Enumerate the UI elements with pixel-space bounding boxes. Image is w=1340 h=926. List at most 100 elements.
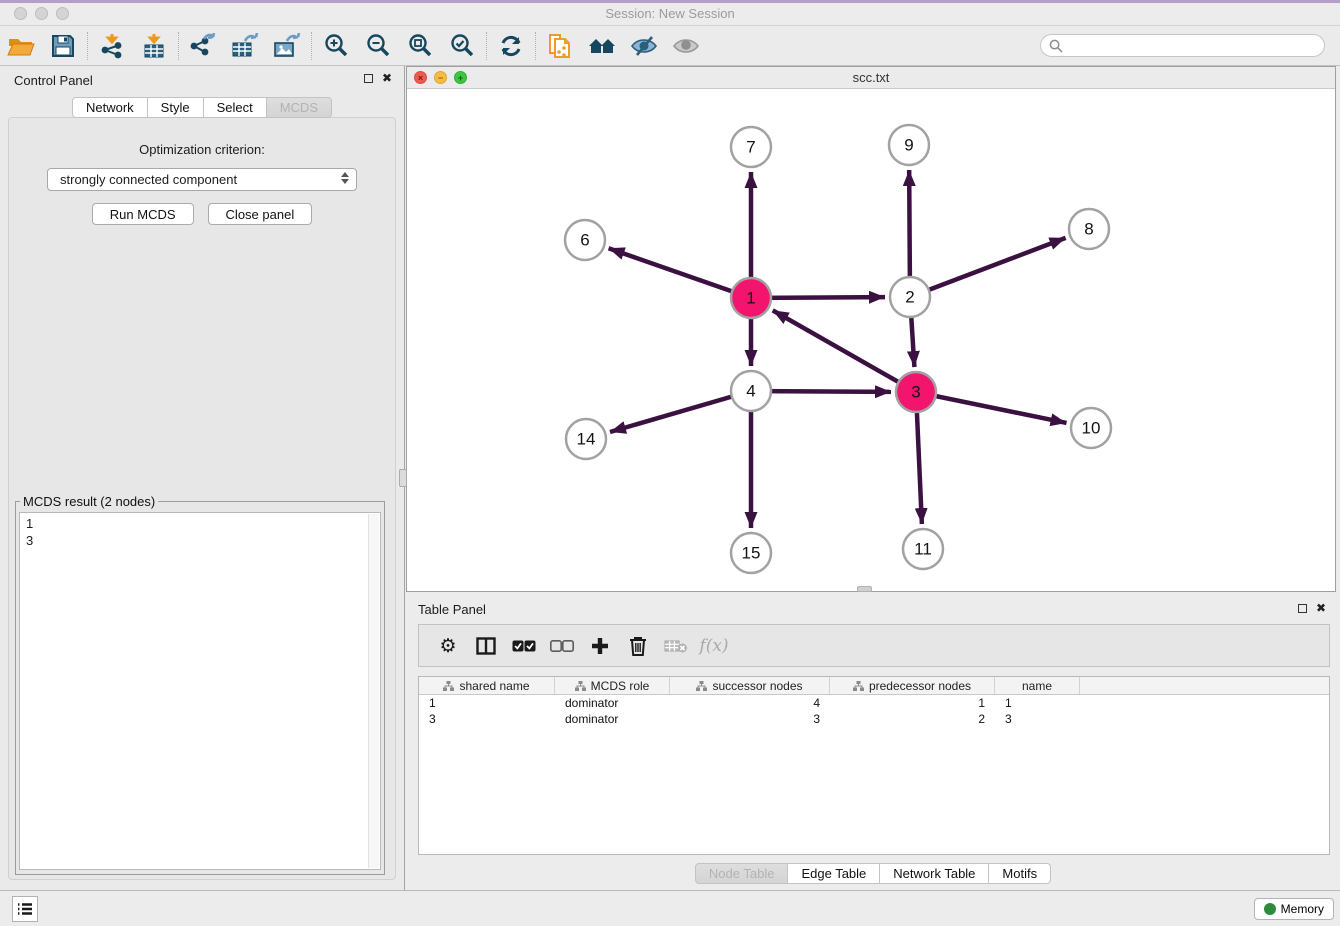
memory-label: Memory bbox=[1281, 902, 1324, 916]
search-input[interactable] bbox=[1068, 39, 1316, 53]
export-image-button[interactable] bbox=[266, 29, 308, 63]
column-header-successor-nodes[interactable]: successor nodes bbox=[670, 677, 830, 694]
table-cell[interactable]: 3 bbox=[670, 711, 830, 727]
column-type-icon bbox=[853, 681, 864, 691]
import-table-button[interactable] bbox=[133, 29, 175, 63]
graph-node-2[interactable]: 2 bbox=[890, 277, 930, 317]
optimization-criterion-select[interactable]: strongly connected component bbox=[47, 168, 357, 191]
table-cell[interactable]: 2 bbox=[830, 711, 995, 727]
homes-button[interactable] bbox=[581, 29, 623, 63]
table-cell[interactable]: 3 bbox=[995, 711, 1080, 727]
graph-node-9[interactable]: 9 bbox=[889, 125, 929, 165]
graph-node-6[interactable]: 6 bbox=[565, 220, 605, 260]
graph-node-8[interactable]: 8 bbox=[1069, 209, 1109, 249]
column-header-predecessor-nodes[interactable]: predecessor nodes bbox=[830, 677, 995, 694]
column-header-MCDS-role[interactable]: MCDS role bbox=[555, 677, 670, 694]
delete-table-button[interactable] bbox=[657, 629, 695, 663]
tab-mcds[interactable]: MCDS bbox=[267, 97, 332, 118]
delete-rows-button[interactable] bbox=[619, 629, 657, 663]
main-titlebar: Session: New Session bbox=[0, 0, 1340, 26]
table-cell[interactable]: 4 bbox=[670, 695, 830, 711]
select-all-button[interactable] bbox=[505, 629, 543, 663]
unselect-all-button[interactable] bbox=[543, 629, 581, 663]
table-panel: Table Panel ✖ ⚙ f(x) shared nameMCDS ro bbox=[406, 597, 1340, 890]
tab-node-table[interactable]: Node Table bbox=[695, 863, 789, 884]
network-canvas[interactable]: 7 9 6 8 1 2 4 3 14 10 15 11 bbox=[407, 89, 1335, 591]
zoom-out-button[interactable] bbox=[357, 29, 399, 63]
table-cell[interactable]: 1 bbox=[830, 695, 995, 711]
hide-graphics-button[interactable] bbox=[623, 29, 665, 63]
close-panel-icon[interactable]: ✖ bbox=[382, 72, 392, 84]
network-window-titlebar[interactable]: × − + scc.txt bbox=[407, 67, 1335, 89]
graph-node-7[interactable]: 7 bbox=[731, 127, 771, 167]
graph-edge-1-6[interactable] bbox=[609, 248, 751, 298]
run-mcds-button[interactable]: Run MCDS bbox=[92, 203, 194, 225]
column-header-label: predecessor nodes bbox=[869, 679, 971, 693]
show-graphics-button[interactable] bbox=[665, 29, 707, 63]
function-builder-button[interactable]: f(x) bbox=[695, 629, 733, 663]
tab-style[interactable]: Style bbox=[148, 97, 204, 118]
fx-icon: f(x) bbox=[699, 636, 728, 656]
open-session-button[interactable] bbox=[0, 29, 42, 63]
graph-edge-4-14[interactable] bbox=[610, 391, 751, 432]
refresh-layout-button[interactable] bbox=[490, 29, 532, 63]
export-network-button[interactable] bbox=[182, 29, 224, 63]
graph-node-11[interactable]: 11 bbox=[903, 529, 943, 569]
clone-network-button[interactable] bbox=[539, 29, 581, 63]
graph-node-14[interactable]: 14 bbox=[566, 419, 606, 459]
graph-edge-3-1[interactable] bbox=[773, 310, 916, 392]
show-columns-button[interactable] bbox=[467, 629, 505, 663]
column-header-label: name bbox=[1022, 679, 1052, 693]
graph-node-1[interactable]: 1 bbox=[731, 278, 771, 318]
table-settings-button[interactable]: ⚙ bbox=[429, 629, 467, 663]
graph-node-10[interactable]: 10 bbox=[1071, 408, 1111, 448]
result-scrollbar[interactable] bbox=[368, 514, 379, 868]
tab-network-table[interactable]: Network Table bbox=[880, 863, 989, 884]
table-row[interactable]: 1dominator411 bbox=[419, 695, 1329, 711]
memory-button[interactable]: Memory bbox=[1254, 898, 1334, 920]
table-cell[interactable]: dominator bbox=[555, 695, 670, 711]
graph-node-4[interactable]: 4 bbox=[731, 371, 771, 411]
window-title: Session: New Session bbox=[0, 6, 1340, 21]
search-box[interactable] bbox=[1040, 34, 1325, 57]
close-panel-icon[interactable]: ✖ bbox=[1316, 602, 1326, 614]
splitter-grabber[interactable] bbox=[857, 586, 872, 592]
graph-edge-3-10[interactable] bbox=[916, 392, 1067, 423]
graph-edge-2-8[interactable] bbox=[910, 238, 1066, 297]
table-cell[interactable]: 1 bbox=[995, 695, 1080, 711]
zoom-fit-icon bbox=[407, 33, 433, 59]
column-type-icon bbox=[696, 681, 707, 691]
zoom-selected-button[interactable] bbox=[441, 29, 483, 63]
table-row[interactable]: 3dominator323 bbox=[419, 711, 1329, 727]
graph-node-3[interactable]: 3 bbox=[896, 372, 936, 412]
tab-edge-table[interactable]: Edge Table bbox=[788, 863, 880, 884]
graph-node-label: 3 bbox=[911, 383, 920, 402]
table-cell[interactable]: 3 bbox=[419, 711, 555, 727]
float-panel-icon[interactable] bbox=[364, 74, 373, 83]
node-table[interactable]: shared nameMCDS rolesuccessor nodes prede… bbox=[418, 676, 1330, 855]
column-header-shared-name[interactable]: shared name bbox=[419, 677, 555, 694]
zoom-in-icon bbox=[323, 33, 349, 59]
close-panel-button[interactable]: Close panel bbox=[208, 203, 313, 225]
columns-icon bbox=[476, 637, 496, 655]
save-session-button[interactable] bbox=[42, 29, 84, 63]
tab-motifs[interactable]: Motifs bbox=[989, 863, 1051, 884]
graph-node-15[interactable]: 15 bbox=[731, 533, 771, 573]
table-cell[interactable]: 1 bbox=[419, 695, 555, 711]
zoom-fit-button[interactable] bbox=[399, 29, 441, 63]
column-header-name[interactable]: name bbox=[995, 677, 1080, 694]
toolbar-separator bbox=[311, 32, 312, 60]
task-history-button[interactable] bbox=[12, 896, 38, 922]
export-table-button[interactable] bbox=[224, 29, 266, 63]
tab-select[interactable]: Select bbox=[204, 97, 267, 118]
zoom-in-button[interactable] bbox=[315, 29, 357, 63]
optimization-criterion-label: Optimization criterion: bbox=[9, 142, 395, 157]
tab-network[interactable]: Network bbox=[72, 97, 148, 118]
mcds-result-box[interactable]: 1 3 bbox=[19, 512, 381, 870]
float-panel-icon[interactable] bbox=[1298, 604, 1307, 613]
control-panel-tabs: NetworkStyleSelectMCDS bbox=[0, 97, 404, 118]
import-network-button[interactable] bbox=[91, 29, 133, 63]
add-row-button[interactable] bbox=[581, 629, 619, 663]
splitter-grabber[interactable] bbox=[399, 469, 407, 487]
table-cell[interactable]: dominator bbox=[555, 711, 670, 727]
